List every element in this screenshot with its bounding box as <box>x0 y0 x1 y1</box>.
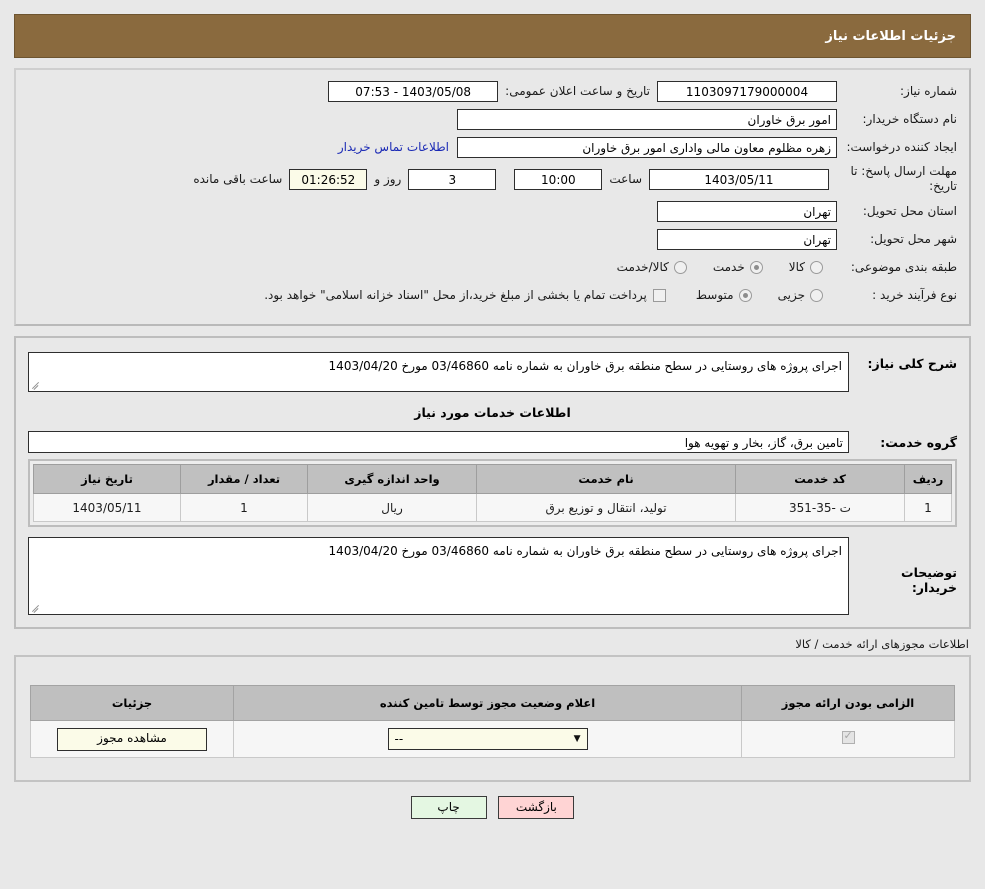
need-number-label: شماره نیاز: <box>900 83 957 98</box>
cell-service-name: تولید، انتقال و توزیع برق <box>476 493 736 522</box>
buyer-notes-label: توضیحات خریدار: <box>901 565 957 595</box>
need-number-row: شماره نیاز: 1103097179000004 تاریخ و ساع… <box>28 80 957 102</box>
cell-radif: 1 <box>904 493 952 522</box>
remaining-days-field: 3 <box>408 168 497 190</box>
cell-permit-details: مشاهده مجوز <box>30 720 234 758</box>
buyer-org-field: امور برق خاوران <box>457 108 837 130</box>
services-table-header-row: ردیف کد خدمت نام خدمت واحد اندازه گیری ت… <box>33 464 952 494</box>
back-button[interactable]: بازگشت <box>498 796 575 819</box>
category-row: طبقه بندی موضوعی: کالا خدمت کالا/خدمت <box>28 256 957 278</box>
need-info-panel: شماره نیاز: 1103097179000004 تاریخ و ساع… <box>14 68 971 326</box>
col-unit: واحد اندازه گیری <box>307 464 477 494</box>
city-field: تهران <box>657 228 837 250</box>
need-summary-label: شرح کلی نیاز: <box>867 356 957 371</box>
services-table-wrapper: ردیف کد خدمت نام خدمت واحد اندازه گیری ت… <box>28 459 957 527</box>
radio-process-medium-label: متوسط <box>695 288 734 302</box>
remaining-label: ساعت باقی مانده <box>193 172 283 186</box>
buyer-notes-textarea[interactable]: اجرای پروژه های روستایی در سطح منطقه برق… <box>28 537 849 615</box>
service-group-field: تامین برق، گاز، بخار و تهویه هوا <box>28 431 849 453</box>
col-need-date: تاریخ نیاز <box>33 464 181 494</box>
permits-table: الزامی بودن ارائه مجوز اعلام وضعیت مجوز … <box>30 685 955 758</box>
days-label: روز و <box>374 172 402 186</box>
deadline-row: مهلت ارسال پاسخ: تا تاریخ: 1403/05/11 سا… <box>28 164 957 194</box>
permit-required-checkbox <box>841 729 855 744</box>
need-summary-textarea[interactable]: اجرای پروژه های روستایی در سطح منطقه برق… <box>28 352 849 392</box>
city-row: شهر محل تحویل: تهران <box>28 228 957 250</box>
radio-category-goods-service[interactable] <box>673 260 687 274</box>
buyer-notes-row: توضیحات خریدار: اجرای پروژه های روستایی … <box>28 537 957 615</box>
buyer-org-label: نام دستگاه خریدار: <box>862 111 958 126</box>
process-type-label: نوع فرآیند خرید : <box>872 287 957 302</box>
cell-permit-status: ▼ -- <box>233 720 742 758</box>
radio-category-goods-service-label: کالا/خدمت <box>616 260 669 274</box>
cell-quantity: 1 <box>180 493 308 522</box>
permit-status-select[interactable]: ▼ -- <box>387 728 588 750</box>
col-permit-status: اعلام وضعیت مجوز توسط تامین کننده <box>233 685 742 721</box>
permits-panel: الزامی بودن ارائه مجوز اعلام وضعیت مجوز … <box>14 655 971 782</box>
cell-permit-required <box>741 720 955 758</box>
need-number-field: 1103097179000004 <box>657 80 837 102</box>
col-permit-details: جزئیات <box>30 685 234 721</box>
province-label: استان محل تحویل: <box>862 203 957 218</box>
creator-label: ایجاد کننده درخواست: <box>846 139 957 154</box>
need-summary-text: اجرای پروژه های روستایی در سطح منطقه برق… <box>328 359 842 373</box>
col-radif: ردیف <box>904 464 952 494</box>
creator-row: ایجاد کننده درخواست: زهره مظلوم معاون ما… <box>28 136 957 158</box>
public-announce-label: تاریخ و ساعت اعلان عمومی: <box>505 84 650 98</box>
treasury-docs-checkbox[interactable] <box>652 288 666 302</box>
cell-service-code: ت -35-351 <box>735 493 905 522</box>
permit-status-value: -- <box>394 732 404 746</box>
permits-caption: اطلاعات مجوزهای ارائه خدمت / کالا <box>795 637 969 651</box>
public-announce-field: 1403/05/08 - 07:53 <box>328 80 499 102</box>
deadline-date-field: 1403/05/11 <box>649 168 829 190</box>
table-row: 1 ت -35-351 تولید، انتقال و توزیع برق ری… <box>33 493 952 522</box>
permits-header-row: الزامی بودن ارائه مجوز اعلام وضعیت مجوز … <box>30 685 955 721</box>
buyer-org-row: نام دستگاه خریدار: امور برق خاوران <box>28 108 957 130</box>
cell-need-date: 1403/05/11 <box>33 493 181 522</box>
radio-category-goods[interactable] <box>810 260 823 274</box>
province-row: استان محل تحویل: تهران <box>28 200 957 222</box>
buyer-contact-link[interactable]: اطلاعات تماس خریدار <box>330 140 457 154</box>
service-group-row: گروه خدمت: تامین برق، گاز، بخار و تهویه … <box>28 431 957 453</box>
chevron-down-icon: ▼ <box>573 734 581 744</box>
treasury-docs-note: پرداخت تمام یا بخشی از مبلغ خرید،از محل … <box>264 288 647 302</box>
col-permit-required: الزامی بودن ارائه مجوز <box>741 685 955 721</box>
deadline-label: مهلت ارسال پاسخ: تا تاریخ: <box>850 164 957 193</box>
services-table: ردیف کد خدمت نام خدمت واحد اندازه گیری ت… <box>33 464 952 522</box>
page-title: جزئیات اطلاعات نیاز <box>14 14 971 58</box>
resize-grip-icon <box>31 380 41 390</box>
services-heading: اطلاعات خدمات مورد نیاز <box>414 405 571 420</box>
countdown-timer-field: 01:26:52 <box>289 168 368 190</box>
buyer-notes-text: اجرای پروژه های روستایی در سطح منطقه برق… <box>328 544 842 558</box>
need-summary-row: شرح کلی نیاز: اجرای پروژه های روستایی در… <box>28 352 957 392</box>
print-button[interactable]: چاپ <box>410 796 487 819</box>
deadline-hour-field: 10:00 <box>514 168 603 190</box>
province-field: تهران <box>657 200 837 222</box>
service-group-label: گروه خدمت: <box>880 435 957 450</box>
col-service-code: کد خدمت <box>735 464 905 494</box>
radio-process-minor[interactable] <box>810 288 823 302</box>
hour-label: ساعت <box>609 172 642 186</box>
service-details-panel: شرح کلی نیاز: اجرای پروژه های روستایی در… <box>14 336 971 629</box>
view-permit-button[interactable]: مشاهده مجوز <box>57 727 207 751</box>
resize-grip-icon <box>31 603 41 613</box>
col-quantity: تعداد / مقدار <box>180 464 308 494</box>
footer-actions: بازگشت چاپ <box>14 796 971 819</box>
radio-category-service-label: خدمت <box>712 260 745 274</box>
process-type-row: نوع فرآیند خرید : جزیی متوسط پرداخت تمام… <box>28 284 957 306</box>
city-label: شهر محل تحویل: <box>870 231 957 246</box>
creator-field: زهره مظلوم معاون مالی واداری امور برق خا… <box>457 136 837 158</box>
radio-process-medium[interactable] <box>738 288 752 302</box>
category-label: طبقه بندی موضوعی: <box>850 259 957 274</box>
radio-category-service[interactable] <box>749 260 763 274</box>
col-service-name: نام خدمت <box>476 464 736 494</box>
radio-process-minor-label: جزیی <box>777 288 805 302</box>
cell-unit: ریال <box>307 493 477 522</box>
radio-category-goods-label: کالا <box>788 260 805 274</box>
table-row: ▼ -- مشاهده مجوز <box>30 720 955 758</box>
